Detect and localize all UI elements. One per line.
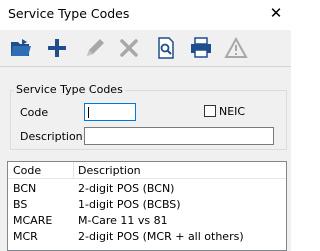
edit-button[interactable] bbox=[80, 33, 110, 63]
filter-group-title: Service Type Codes bbox=[14, 83, 125, 96]
list-row[interactable]: BCN 2-digit POS (BCN) bbox=[8, 180, 286, 196]
code-input[interactable] bbox=[84, 103, 136, 121]
neic-checkbox[interactable] bbox=[204, 105, 216, 117]
list-header: Code Description bbox=[8, 162, 286, 179]
text-caret bbox=[88, 107, 89, 118]
row-code: BCN bbox=[13, 182, 37, 195]
service-type-codes-window: Service Type Codes ✕ Service Type Codes … bbox=[0, 0, 291, 251]
row-code: BS bbox=[13, 198, 28, 211]
close-icon: ✕ bbox=[269, 4, 283, 22]
title-bar: Service Type Codes ✕ bbox=[0, 0, 291, 30]
toolbar-divider bbox=[0, 66, 291, 67]
warning-button[interactable] bbox=[221, 33, 251, 63]
open-folder-icon bbox=[11, 39, 31, 56]
description-input[interactable] bbox=[84, 127, 274, 145]
close-button[interactable]: ✕ bbox=[261, 0, 291, 28]
toolbar bbox=[0, 30, 291, 66]
column-separator[interactable] bbox=[73, 162, 74, 179]
column-header-code[interactable]: Code bbox=[13, 164, 41, 177]
row-description: 2-digit POS (MCR + all others) bbox=[78, 230, 244, 243]
delete-button[interactable] bbox=[114, 33, 144, 63]
list-row[interactable]: MCR 2-digit POS (MCR + all others) bbox=[8, 228, 286, 244]
row-code: MCARE bbox=[13, 214, 53, 227]
description-label: Description bbox=[20, 130, 83, 143]
list-row[interactable]: BS 1-digit POS (BCBS) bbox=[8, 196, 286, 212]
add-button[interactable] bbox=[42, 33, 72, 63]
code-label: Code bbox=[20, 106, 49, 119]
neic-label: NEIC bbox=[219, 105, 246, 118]
open-button[interactable] bbox=[6, 33, 36, 63]
list-row[interactable]: MCARE M-Care 11 vs 81 bbox=[8, 212, 286, 228]
delete-x-icon bbox=[120, 39, 138, 57]
preview-document-icon bbox=[158, 37, 174, 59]
row-description: 2-digit POS (BCN) bbox=[78, 182, 175, 195]
printer-icon bbox=[191, 37, 211, 58]
edit-pencil-icon bbox=[87, 39, 104, 56]
preview-button[interactable] bbox=[151, 33, 181, 63]
window-title: Service Type Codes bbox=[8, 6, 130, 21]
warning-icon bbox=[224, 36, 248, 58]
row-code: MCR bbox=[13, 230, 38, 243]
row-description: M-Care 11 vs 81 bbox=[78, 214, 168, 227]
add-icon bbox=[48, 39, 66, 57]
service-type-codes-list[interactable]: Code Description BCN 2-digit POS (BCN) B… bbox=[7, 161, 287, 251]
row-description: 1-digit POS (BCBS) bbox=[78, 198, 181, 211]
print-button[interactable] bbox=[186, 33, 216, 63]
column-header-description[interactable]: Description bbox=[78, 164, 141, 177]
